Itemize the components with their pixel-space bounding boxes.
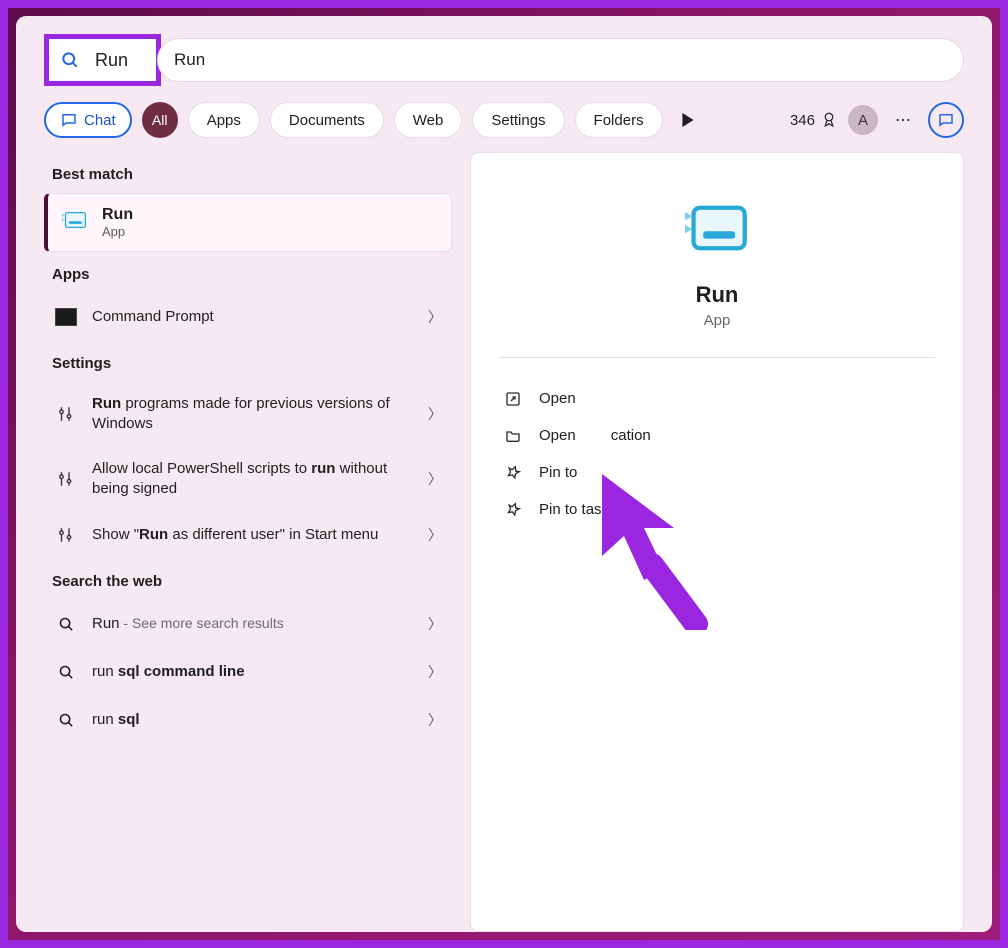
run-icon bbox=[685, 201, 749, 260]
result-run-as-user[interactable]: Show "Run as different user" in Start me… bbox=[44, 511, 452, 559]
filter-row: Chat All Apps Documents Web Settings Fol… bbox=[44, 102, 964, 138]
web-run-sql[interactable]: run sql 〉 bbox=[44, 696, 452, 744]
detail-pane: Run App Open Openfile location bbox=[470, 152, 964, 932]
chevron-right-icon: 〉 bbox=[428, 662, 442, 682]
pin-icon bbox=[503, 465, 523, 481]
rewards-icon bbox=[820, 111, 838, 129]
filter-settings[interactable]: Settings bbox=[472, 102, 564, 138]
search-input-wrapper[interactable] bbox=[157, 38, 964, 82]
filter-web[interactable]: Web bbox=[394, 102, 463, 138]
section-search-web: Search the web bbox=[44, 559, 452, 600]
run-icon bbox=[62, 209, 88, 236]
chevron-right-icon: 〉 bbox=[428, 710, 442, 730]
results-column: Best match Run App Apps Command Prompt 〉… bbox=[44, 152, 452, 932]
content: Best match Run App Apps Command Prompt 〉… bbox=[44, 152, 964, 932]
search-icon bbox=[54, 708, 78, 732]
settings-icon bbox=[54, 523, 78, 547]
section-settings: Settings bbox=[44, 341, 452, 382]
result-command-prompt[interactable]: Command Prompt 〉 bbox=[44, 293, 452, 341]
chevron-right-icon: 〉 bbox=[428, 614, 442, 634]
detail-subtitle: App bbox=[704, 312, 731, 329]
search-query-text: Run bbox=[91, 50, 128, 71]
filter-all[interactable]: All bbox=[142, 102, 178, 138]
section-best-match: Best match bbox=[44, 152, 452, 193]
pin-icon bbox=[503, 502, 523, 518]
chevron-right-icon: 〉 bbox=[428, 469, 442, 489]
bing-button[interactable] bbox=[928, 102, 964, 138]
action-list: Open Openfile location Pin to bbox=[499, 358, 935, 528]
web-run-more[interactable]: Run - See more search results 〉 bbox=[44, 600, 452, 648]
chat-chip[interactable]: Chat bbox=[44, 102, 132, 138]
detail-header: Run App bbox=[499, 183, 935, 358]
filter-documents[interactable]: Documents bbox=[270, 102, 384, 138]
detail-title: Run bbox=[696, 282, 739, 308]
settings-icon bbox=[54, 467, 78, 491]
settings-icon bbox=[54, 402, 78, 426]
chevron-right-icon: 〉 bbox=[428, 404, 442, 424]
chevron-right-icon: 〉 bbox=[428, 525, 442, 545]
search-icon bbox=[49, 39, 91, 81]
search-row: Run bbox=[44, 34, 964, 86]
start-search-panel: Run Chat All Apps Documents Web Settings… bbox=[16, 16, 992, 932]
play-icon[interactable] bbox=[673, 113, 703, 127]
web-run-sql-cmd[interactable]: run sql command line 〉 bbox=[44, 648, 452, 696]
more-icon[interactable]: ⋯ bbox=[888, 110, 918, 130]
action-open[interactable]: Open bbox=[499, 380, 935, 417]
best-match-title: Run bbox=[102, 206, 133, 224]
best-match-sub: App bbox=[102, 224, 133, 239]
result-powershell-scripts[interactable]: Allow local PowerShell scripts to run wi… bbox=[44, 447, 452, 512]
search-icon bbox=[54, 612, 78, 636]
search-icon bbox=[54, 660, 78, 684]
search-input[interactable] bbox=[174, 50, 947, 70]
open-icon bbox=[503, 391, 523, 407]
avatar[interactable]: A bbox=[848, 105, 878, 135]
best-match-run[interactable]: Run App bbox=[44, 193, 452, 252]
filter-folders[interactable]: Folders bbox=[575, 102, 663, 138]
search-highlight-box: Run bbox=[44, 34, 161, 86]
chevron-right-icon: 〉 bbox=[428, 307, 442, 327]
action-pin-start[interactable]: Pin to bbox=[499, 454, 935, 491]
action-open-location[interactable]: Openfile location bbox=[499, 417, 935, 454]
result-run-compat[interactable]: Run programs made for previous versions … bbox=[44, 382, 452, 447]
cmd-icon bbox=[54, 305, 78, 329]
action-pin-taskbar[interactable]: Pin to taskbar bbox=[499, 491, 935, 528]
rewards-points[interactable]: 346 bbox=[790, 111, 838, 129]
filter-apps[interactable]: Apps bbox=[188, 102, 260, 138]
section-apps: Apps bbox=[44, 252, 452, 293]
folder-icon bbox=[503, 428, 523, 444]
